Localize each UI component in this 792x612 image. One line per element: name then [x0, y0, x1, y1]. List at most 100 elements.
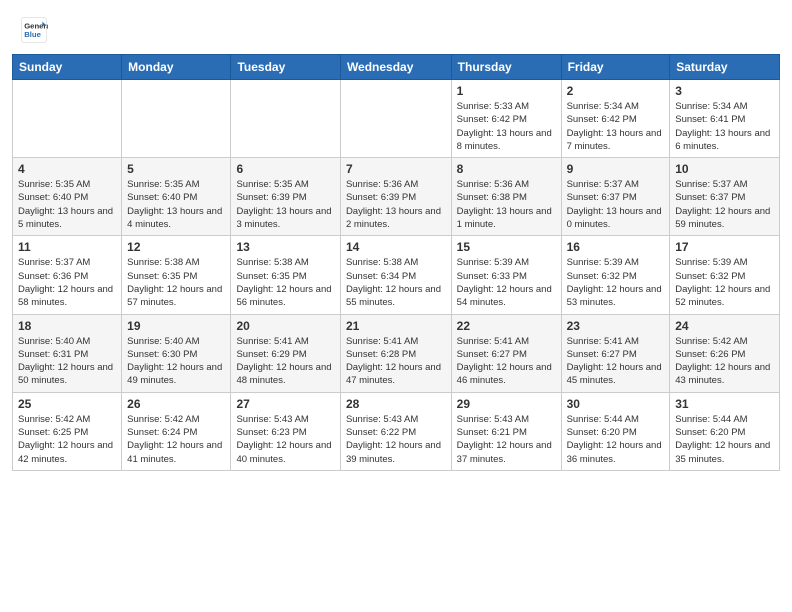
day-number: 9 [567, 162, 665, 176]
calendar-cell: 28 Sunrise: 5:43 AM Sunset: 6:22 PM Dayli… [340, 392, 451, 470]
calendar-cell: 6 Sunrise: 5:35 AM Sunset: 6:39 PM Daylig… [231, 158, 340, 236]
calendar-week-row: 18Sunrise: 5:40 AM Sunset: 6:31 PM Dayli… [13, 314, 780, 392]
day-number: 11 [18, 240, 116, 254]
calendar-cell: 12 Sunrise: 5:38 AM Sunset: 6:35 PM Dayli… [122, 236, 231, 314]
day-info-text: Sunrise: 5:39 AM Sunset: 6:32 PM Dayligh… [675, 256, 774, 309]
header-row: SundayMondayTuesdayWednesdayThursdayFrid… [13, 55, 780, 80]
day-number: 19 [127, 319, 225, 333]
calendar-cell: 8 Sunrise: 5:36 AM Sunset: 6:38 PM Daylig… [451, 158, 561, 236]
calendar-cell: 23 Sunrise: 5:41 AM Sunset: 6:27 PM Dayli… [561, 314, 670, 392]
day-info-text: Sunrise: 5:39 AM Sunset: 6:33 PM Dayligh… [457, 256, 556, 309]
day-number: 20 [236, 319, 334, 333]
calendar-cell: 19Sunrise: 5:40 AM Sunset: 6:30 PM Dayli… [122, 314, 231, 392]
calendar-cell: 9 Sunrise: 5:37 AM Sunset: 6:37 PM Daylig… [561, 158, 670, 236]
day-number: 29 [457, 397, 556, 411]
calendar-cell: 18Sunrise: 5:40 AM Sunset: 6:31 PM Dayli… [13, 314, 122, 392]
calendar-cell: 2 Sunrise: 5:34 AM Sunset: 6:42 PM Daylig… [561, 80, 670, 158]
calendar-cell: 27 Sunrise: 5:43 AM Sunset: 6:23 PM Dayli… [231, 392, 340, 470]
day-number: 3 [675, 84, 774, 98]
calendar-cell: 16 Sunrise: 5:39 AM Sunset: 6:32 PM Dayli… [561, 236, 670, 314]
calendar-cell: 21Sunrise: 5:41 AM Sunset: 6:28 PM Dayli… [340, 314, 451, 392]
day-of-week-header: Wednesday [340, 55, 451, 80]
calendar-cell: 17 Sunrise: 5:39 AM Sunset: 6:32 PM Dayli… [670, 236, 780, 314]
day-info-text: Sunrise: 5:37 AM Sunset: 6:37 PM Dayligh… [567, 178, 665, 231]
day-info-text: Sunrise: 5:41 AM Sunset: 6:28 PM Dayligh… [346, 335, 446, 388]
calendar-week-row: 11 Sunrise: 5:37 AM Sunset: 6:36 PM Dayli… [13, 236, 780, 314]
day-number: 18 [18, 319, 116, 333]
page-header: General Blue [0, 0, 792, 54]
day-number: 31 [675, 397, 774, 411]
calendar-cell: 10 Sunrise: 5:37 AM Sunset: 6:37 PM Dayli… [670, 158, 780, 236]
day-info-text: Sunrise: 5:37 AM Sunset: 6:37 PM Dayligh… [675, 178, 774, 231]
day-info-text: Sunrise: 5:42 AM Sunset: 6:25 PM Dayligh… [18, 413, 116, 466]
calendar-cell [122, 80, 231, 158]
day-info-text: Sunrise: 5:36 AM Sunset: 6:38 PM Dayligh… [457, 178, 556, 231]
calendar-table: SundayMondayTuesdayWednesdayThursdayFrid… [12, 54, 780, 471]
calendar-cell: 20 Sunrise: 5:41 AM Sunset: 6:29 PM Dayli… [231, 314, 340, 392]
day-number: 15 [457, 240, 556, 254]
day-number: 30 [567, 397, 665, 411]
day-info-text: Sunrise: 5:37 AM Sunset: 6:36 PM Dayligh… [18, 256, 116, 309]
day-info-text: Sunrise: 5:34 AM Sunset: 6:41 PM Dayligh… [675, 100, 774, 153]
day-number: 10 [675, 162, 774, 176]
day-number: 6 [236, 162, 334, 176]
calendar-cell: 30 Sunrise: 5:44 AM Sunset: 6:20 PM Dayli… [561, 392, 670, 470]
calendar-cell: 29 Sunrise: 5:43 AM Sunset: 6:21 PM Dayli… [451, 392, 561, 470]
calendar-header: SundayMondayTuesdayWednesdayThursdayFrid… [13, 55, 780, 80]
calendar-cell: 24Sunrise: 5:42 AM Sunset: 6:26 PM Dayli… [670, 314, 780, 392]
day-number: 26 [127, 397, 225, 411]
day-number: 24 [675, 319, 774, 333]
calendar-cell: 31 Sunrise: 5:44 AM Sunset: 6:20 PM Dayli… [670, 392, 780, 470]
calendar-cell: 7 Sunrise: 5:36 AM Sunset: 6:39 PM Daylig… [340, 158, 451, 236]
day-number: 27 [236, 397, 334, 411]
day-number: 17 [675, 240, 774, 254]
day-info-text: Sunrise: 5:41 AM Sunset: 6:29 PM Dayligh… [236, 335, 334, 388]
day-of-week-header: Sunday [13, 55, 122, 80]
day-info-text: Sunrise: 5:39 AM Sunset: 6:32 PM Dayligh… [567, 256, 665, 309]
calendar-week-row: 4 Sunrise: 5:35 AM Sunset: 6:40 PM Daylig… [13, 158, 780, 236]
day-number: 5 [127, 162, 225, 176]
day-number: 1 [457, 84, 556, 98]
day-info-text: Sunrise: 5:33 AM Sunset: 6:42 PM Dayligh… [457, 100, 556, 153]
day-info-text: Sunrise: 5:41 AM Sunset: 6:27 PM Dayligh… [457, 335, 556, 388]
day-number: 13 [236, 240, 334, 254]
day-info-text: Sunrise: 5:34 AM Sunset: 6:42 PM Dayligh… [567, 100, 665, 153]
logo-icon: General Blue [20, 16, 48, 44]
calendar-body: 1 Sunrise: 5:33 AM Sunset: 6:42 PM Daylig… [13, 80, 780, 471]
day-info-text: Sunrise: 5:43 AM Sunset: 6:23 PM Dayligh… [236, 413, 334, 466]
day-number: 4 [18, 162, 116, 176]
calendar-cell: 13Sunrise: 5:38 AM Sunset: 6:35 PM Dayli… [231, 236, 340, 314]
day-of-week-header: Monday [122, 55, 231, 80]
calendar-cell: 1 Sunrise: 5:33 AM Sunset: 6:42 PM Daylig… [451, 80, 561, 158]
day-info-text: Sunrise: 5:43 AM Sunset: 6:22 PM Dayligh… [346, 413, 446, 466]
day-number: 12 [127, 240, 225, 254]
day-number: 28 [346, 397, 446, 411]
logo: General Blue [20, 16, 52, 44]
day-number: 14 [346, 240, 446, 254]
day-of-week-header: Tuesday [231, 55, 340, 80]
day-info-text: Sunrise: 5:41 AM Sunset: 6:27 PM Dayligh… [567, 335, 665, 388]
day-info-text: Sunrise: 5:35 AM Sunset: 6:40 PM Dayligh… [18, 178, 116, 231]
day-info-text: Sunrise: 5:36 AM Sunset: 6:39 PM Dayligh… [346, 178, 446, 231]
day-of-week-header: Friday [561, 55, 670, 80]
svg-text:General: General [24, 22, 48, 31]
day-number: 7 [346, 162, 446, 176]
calendar-cell [13, 80, 122, 158]
day-info-text: Sunrise: 5:38 AM Sunset: 6:35 PM Dayligh… [127, 256, 225, 309]
day-info-text: Sunrise: 5:42 AM Sunset: 6:24 PM Dayligh… [127, 413, 225, 466]
day-number: 2 [567, 84, 665, 98]
calendar-cell: 22 Sunrise: 5:41 AM Sunset: 6:27 PM Dayli… [451, 314, 561, 392]
calendar-week-row: 25Sunrise: 5:42 AM Sunset: 6:25 PM Dayli… [13, 392, 780, 470]
day-number: 8 [457, 162, 556, 176]
day-info-text: Sunrise: 5:44 AM Sunset: 6:20 PM Dayligh… [567, 413, 665, 466]
day-info-text: Sunrise: 5:35 AM Sunset: 6:39 PM Dayligh… [236, 178, 334, 231]
day-number: 16 [567, 240, 665, 254]
calendar-cell: 14Sunrise: 5:38 AM Sunset: 6:34 PM Dayli… [340, 236, 451, 314]
day-number: 23 [567, 319, 665, 333]
calendar-week-row: 1 Sunrise: 5:33 AM Sunset: 6:42 PM Daylig… [13, 80, 780, 158]
day-info-text: Sunrise: 5:44 AM Sunset: 6:20 PM Dayligh… [675, 413, 774, 466]
day-info-text: Sunrise: 5:43 AM Sunset: 6:21 PM Dayligh… [457, 413, 556, 466]
day-number: 22 [457, 319, 556, 333]
calendar-cell: 3 Sunrise: 5:34 AM Sunset: 6:41 PM Daylig… [670, 80, 780, 158]
calendar-cell: 15 Sunrise: 5:39 AM Sunset: 6:33 PM Dayli… [451, 236, 561, 314]
